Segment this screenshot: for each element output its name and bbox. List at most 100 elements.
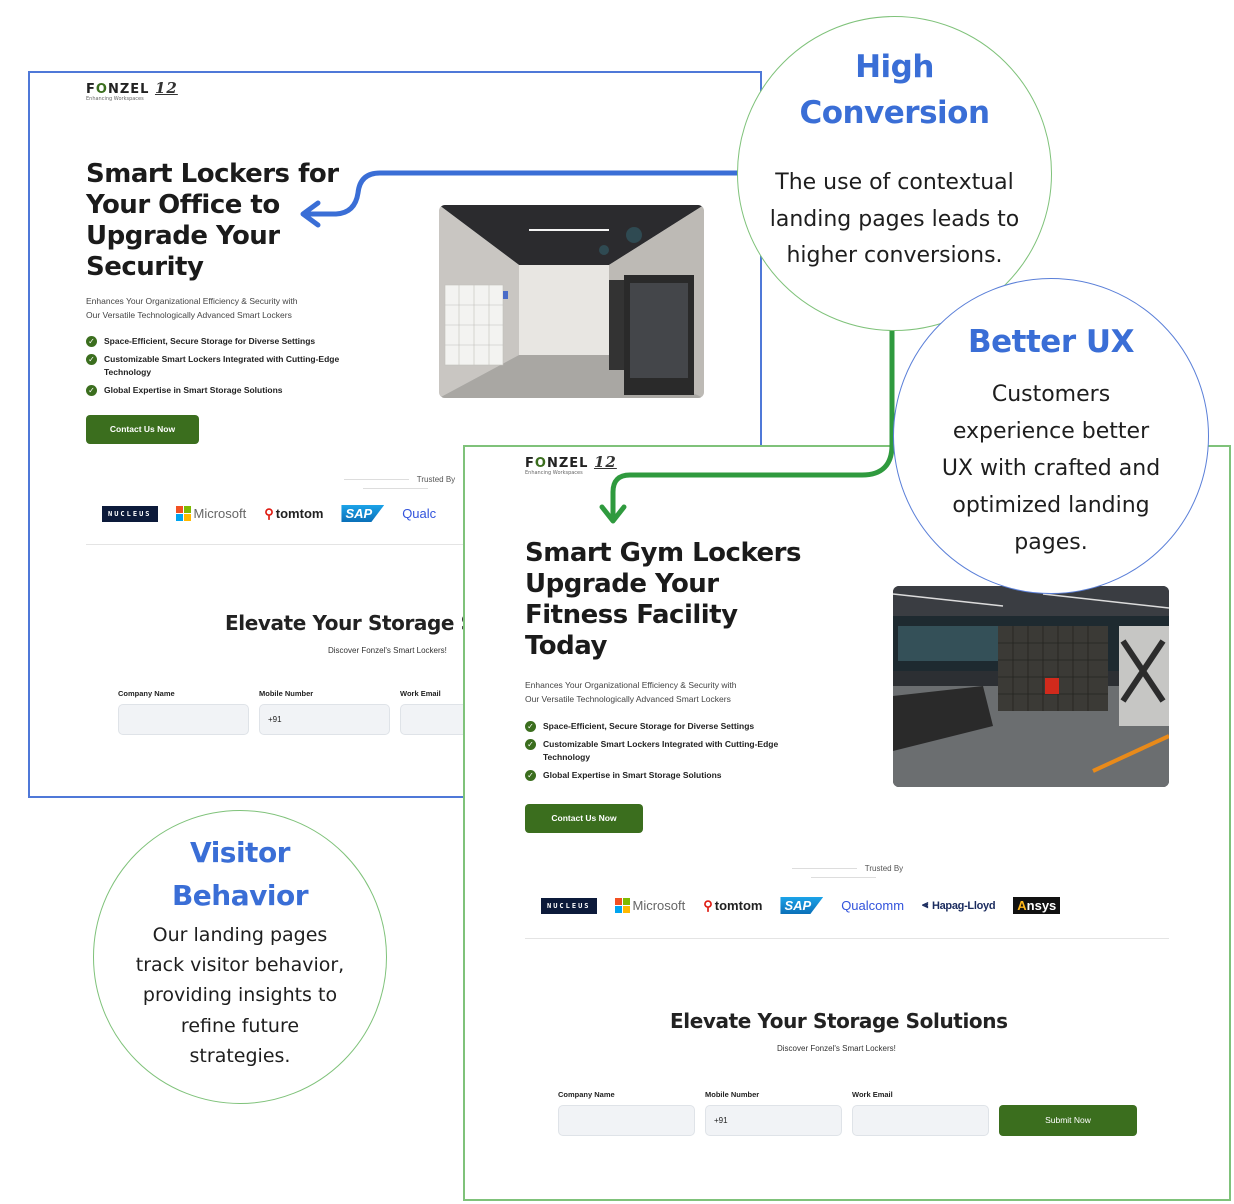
hero-title-line: Security: [86, 252, 204, 282]
callout-title-line: Visitor: [190, 836, 290, 869]
hero-subtitle-line: Our Versatile Technologically Advanced S…: [86, 310, 292, 320]
feature-list: ✓ Space-Efficient, Secure Storage for Div…: [86, 335, 361, 402]
contact-us-button[interactable]: Contact Us Now: [525, 804, 643, 833]
work-email-label: Work Email: [400, 689, 441, 698]
callout-title-line: High: [855, 49, 934, 85]
tomtom-logo: ⚲ tomtom: [703, 898, 762, 914]
trusted-by-label: Trusted By: [746, 864, 941, 882]
trusted-by-text: Trusted By: [416, 475, 456, 484]
sap-logo: SAP: [780, 897, 824, 914]
callout-body-line: The use of contextual: [775, 170, 1014, 195]
feature-item: ✓ Space-Efficient, Secure Storage for Div…: [525, 720, 815, 733]
callout-body: Our landing pages track visitor behavior,…: [122, 920, 358, 1071]
nucleus-logo: NUCLEUS: [541, 897, 597, 914]
callout-body-line: UX with crafted and: [941, 456, 1161, 481]
hero-subtitle-line: Enhances Your Organizational Efficiency …: [525, 680, 737, 690]
tomtom-logo-text: tomtom: [275, 506, 324, 521]
tomtom-logo-text: tomtom: [714, 898, 763, 913]
mobile-number-label: Mobile Number: [259, 689, 314, 698]
hero-title: Smart Lockers for Your Office to Upgrade…: [86, 159, 339, 283]
callout-body-line: track visitor behavior,: [135, 954, 345, 977]
hero-title-line: Smart Gym Lockers: [525, 538, 801, 568]
hero-subtitle: Enhances Your Organizational Efficiency …: [86, 294, 346, 322]
feature-text: Global Expertise in Smart Storage Soluti…: [543, 770, 722, 780]
work-email-input[interactable]: [852, 1105, 989, 1136]
hapag-lloyd-logo-text: Hapag-Lloyd: [931, 899, 996, 912]
mobile-number-label: Mobile Number: [705, 1090, 760, 1099]
hero-title-line: Fitness Facility: [525, 600, 738, 630]
company-name-label: Company Name: [558, 1090, 615, 1099]
office-corridor-image: [439, 205, 704, 398]
trusted-logos-row: NUCLEUS Microsoft ⚲ tomtom SAP Qualcomm ⫷…: [541, 897, 1061, 914]
fonzel-logo[interactable]: FONZEL 12 Enhancing Workspaces: [525, 453, 617, 476]
feature-item: ✓ Customizable Smart Lockers Integrated w…: [525, 738, 815, 764]
company-name-input[interactable]: [558, 1105, 695, 1136]
feature-text: Space-Efficient, Secure Storage for Dive…: [104, 336, 316, 346]
callout-body: The use of contextual landing pages leads…: [753, 165, 1036, 275]
callout-body-line: higher conversions.: [786, 243, 1003, 268]
qualcomm-logo: Qualc: [402, 506, 437, 521]
qualcomm-logo: Qualcomm: [841, 898, 905, 913]
hero-subtitle: Enhances Your Organizational Efficiency …: [525, 678, 785, 706]
visitor-behavior-callout: Visitor Behavior Our landing pages track v…: [93, 810, 387, 1104]
callout-body-line: pages.: [1014, 530, 1088, 555]
check-icon: ✓: [525, 739, 536, 750]
logo-text: F: [86, 82, 96, 97]
logo-number: 12: [593, 453, 617, 471]
map-pin-icon: ⚲: [703, 897, 713, 913]
logo-text: F: [525, 456, 535, 471]
callout-body-line: refine future: [180, 1014, 300, 1037]
ansys-logo-text: nsys: [1026, 898, 1057, 913]
mobile-number-input[interactable]: +91: [259, 704, 390, 735]
callout-body-line: landing pages leads to: [769, 206, 1020, 232]
form-subtitle: Discover Fonzel's Smart Lockers!: [328, 646, 447, 655]
submit-button[interactable]: Submit Now: [999, 1105, 1137, 1136]
nucleus-logo: NUCLEUS: [102, 505, 158, 522]
callout-body-line: Customers: [991, 382, 1111, 407]
logo-text: O: [534, 456, 547, 471]
callout-body-line: optimized landing: [952, 493, 1150, 518]
gym-lockers-image: [893, 586, 1169, 787]
contact-us-button[interactable]: Contact Us Now: [86, 415, 199, 444]
sap-logo: SAP: [341, 505, 385, 522]
microsoft-logo-text: Microsoft: [193, 506, 247, 521]
form-subtitle: Discover Fonzel's Smart Lockers!: [777, 1044, 896, 1053]
logo-text: O: [95, 82, 108, 97]
company-name-label: Company Name: [118, 689, 175, 698]
callout-title-line: Conversion: [799, 95, 990, 131]
trusted-logos-row: NUCLEUS Microsoft ⚲ tomtom SAP Qualc: [102, 505, 436, 522]
microsoft-logo: Microsoft: [614, 898, 686, 913]
feature-item: ✓ Global Expertise in Smart Storage Solut…: [525, 769, 815, 782]
hero-subtitle-line: Our Versatile Technologically Advanced S…: [525, 694, 731, 704]
callout-body-line: strategies.: [189, 1044, 291, 1067]
microsoft-icon: [614, 898, 630, 913]
company-name-input[interactable]: [118, 704, 249, 735]
hero-title-line: Smart Lockers for: [86, 159, 339, 189]
tomtom-logo: ⚲ tomtom: [264, 506, 323, 522]
feature-item: ✓ Global Expertise in Smart Storage Solut…: [86, 384, 361, 397]
trusted-by-text: Trusted By: [864, 864, 904, 873]
logo-text: NZEL: [107, 82, 150, 97]
hero-title-line: Upgrade Your: [86, 221, 280, 251]
check-icon: ✓: [86, 354, 97, 365]
check-icon: ✓: [525, 721, 536, 732]
callout-body: Customers experience better UX with crafte…: [919, 376, 1183, 561]
feature-item: ✓ Customizable Smart Lockers Integrated w…: [86, 353, 361, 379]
feature-text: Space-Efficient, Secure Storage for Dive…: [543, 721, 755, 731]
form-title: Elevate Your Storage Solutions: [670, 1009, 1008, 1033]
callout-title: Visitor Behavior: [94, 831, 386, 917]
callout-title-line: Behavior: [171, 879, 309, 912]
hero-title-line: Upgrade Your: [525, 569, 719, 599]
section-divider: [525, 938, 1169, 939]
ansys-logo-mark: A: [1017, 898, 1027, 913]
feature-text: Customizable Smart Lockers Integrated wi…: [543, 739, 779, 762]
mobile-number-input[interactable]: +91: [705, 1105, 842, 1136]
check-icon: ✓: [86, 336, 97, 347]
fonzel-logo[interactable]: FONZEL 12 Enhancing Workspaces: [86, 79, 178, 102]
hero-title-line: Your Office to: [86, 190, 280, 220]
map-pin-icon: ⚲: [264, 505, 274, 521]
logo-text: NZEL: [546, 456, 589, 471]
microsoft-logo-text: Microsoft: [632, 898, 686, 913]
callout-body-line: providing insights to: [142, 984, 338, 1007]
hero-title: Smart Gym Lockers Upgrade Your Fitness F…: [525, 538, 801, 662]
